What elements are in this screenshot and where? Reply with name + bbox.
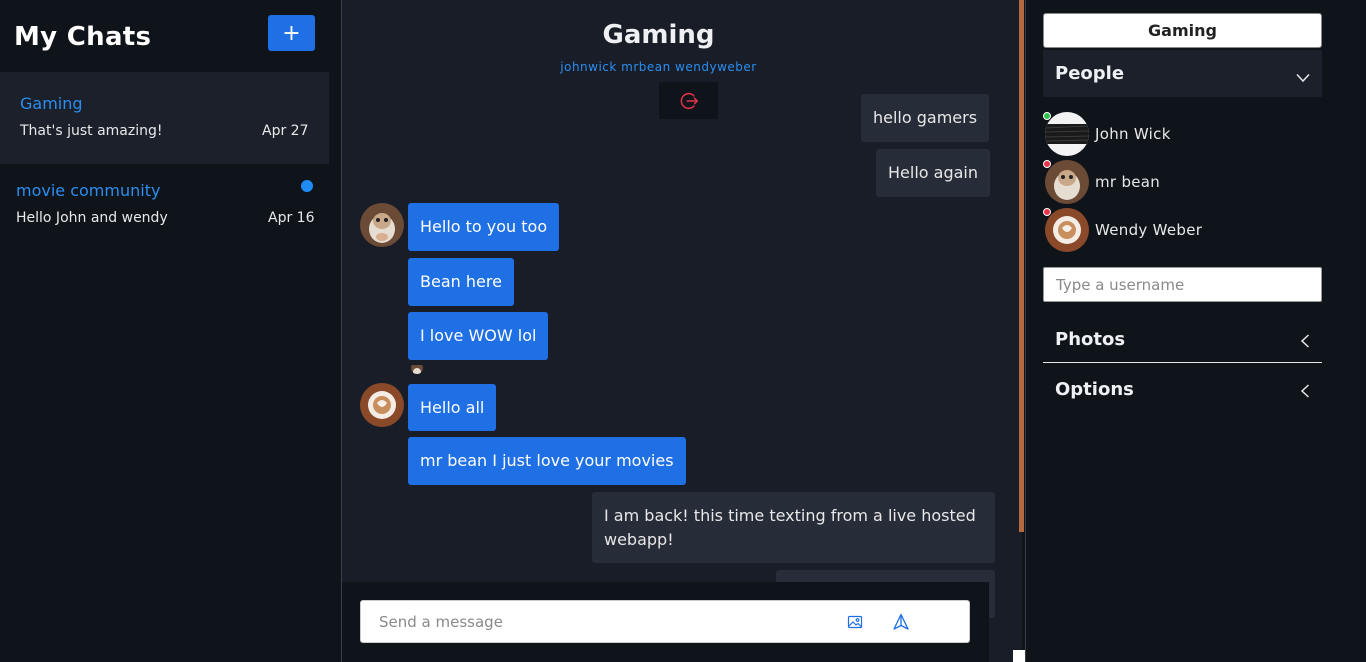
message-bubble: Hello to you too bbox=[408, 203, 560, 251]
person-row[interactable]: Wendy Weber bbox=[1043, 208, 1322, 254]
chat-card-movie-community[interactable]: movie community Hello John and wendy Apr… bbox=[0, 164, 329, 256]
person-name: Wendy Weber bbox=[1095, 221, 1203, 239]
chat-card-date: Apr 27 bbox=[262, 123, 309, 139]
avatar-mrbean bbox=[360, 203, 404, 247]
chat-list-sidebar: My Chats + Gaming That's just amazing! A… bbox=[0, 0, 342, 662]
chat-title-field[interactable]: Gaming bbox=[1043, 13, 1322, 48]
offline-status-dot bbox=[1043, 160, 1051, 168]
people-label: People bbox=[1055, 63, 1125, 84]
chevron-left-icon bbox=[1300, 333, 1310, 352]
image-upload-icon[interactable] bbox=[847, 614, 863, 634]
avatar-johnwick bbox=[1045, 112, 1089, 156]
chat-settings-panel: Gaming People John Wick mr bean Wendy We… bbox=[1025, 0, 1366, 662]
corner-block bbox=[1013, 650, 1025, 662]
avatar-wendyweber bbox=[1045, 208, 1089, 252]
unread-indicator bbox=[301, 180, 313, 192]
people-section-header[interactable]: People bbox=[1043, 50, 1322, 97]
section-divider bbox=[1043, 362, 1322, 363]
chat-card-title: movie community bbox=[16, 181, 161, 200]
message-bubble: hello gamers bbox=[861, 94, 990, 142]
offline-status-dot bbox=[1043, 208, 1051, 216]
photos-section-header[interactable]: Photos bbox=[1043, 316, 1322, 363]
chat-app: My Chats + Gaming That's just amazing! A… bbox=[0, 0, 1366, 662]
send-icon[interactable] bbox=[892, 613, 910, 635]
person-name: mr bean bbox=[1095, 173, 1161, 191]
avatar-mrbean bbox=[1045, 160, 1089, 204]
chat-members: johnwick mrbean wendyweber bbox=[560, 60, 757, 74]
person-row[interactable]: John Wick bbox=[1043, 112, 1322, 158]
read-receipt-avatar bbox=[411, 362, 423, 374]
message-composer bbox=[360, 600, 970, 643]
photos-label: Photos bbox=[1055, 329, 1126, 350]
person-row[interactable]: mr bean bbox=[1043, 160, 1322, 206]
chat-card-preview: Hello John and wendy bbox=[16, 210, 168, 226]
chat-card-title: Gaming bbox=[20, 94, 83, 113]
chevron-left-icon bbox=[1300, 383, 1310, 402]
message-bubble: Hello all bbox=[408, 384, 497, 431]
message-bubble: I am back! this time texting from a live… bbox=[592, 492, 995, 563]
online-status-dot bbox=[1043, 112, 1051, 120]
options-label: Options bbox=[1055, 379, 1134, 400]
message-bubble: I love WOW lol bbox=[408, 312, 549, 360]
chat-list-title: My Chats bbox=[14, 22, 152, 52]
chat-card-gaming[interactable]: Gaming That's just amazing! Apr 27 bbox=[0, 72, 329, 164]
chevron-down-icon bbox=[1296, 68, 1310, 87]
add-person-field bbox=[1043, 267, 1322, 302]
chat-card-preview: That's just amazing! bbox=[20, 123, 163, 139]
chat-scrollbar[interactable] bbox=[1019, 0, 1024, 532]
logout-icon bbox=[680, 92, 698, 109]
message-bubble: mr bean I just love your movies bbox=[408, 437, 686, 485]
message-bubble: Hello again bbox=[876, 149, 990, 197]
message-bubble: Bean here bbox=[408, 258, 514, 306]
new-chat-button[interactable]: + bbox=[268, 15, 315, 51]
logout-button[interactable] bbox=[659, 82, 718, 119]
options-section-header[interactable]: Options bbox=[1043, 366, 1322, 413]
chat-list-header: My Chats + bbox=[0, 0, 341, 72]
username-input[interactable] bbox=[1056, 275, 1306, 295]
chat-feed-title: Gaming bbox=[602, 20, 715, 50]
chat-feed: Gaming johnwick mrbean wendyweber hello … bbox=[342, 0, 1024, 662]
person-name: John Wick bbox=[1095, 125, 1171, 143]
avatar-wendyweber bbox=[360, 383, 404, 427]
chat-card-date: Apr 16 bbox=[268, 210, 315, 226]
message-input[interactable] bbox=[379, 611, 839, 633]
